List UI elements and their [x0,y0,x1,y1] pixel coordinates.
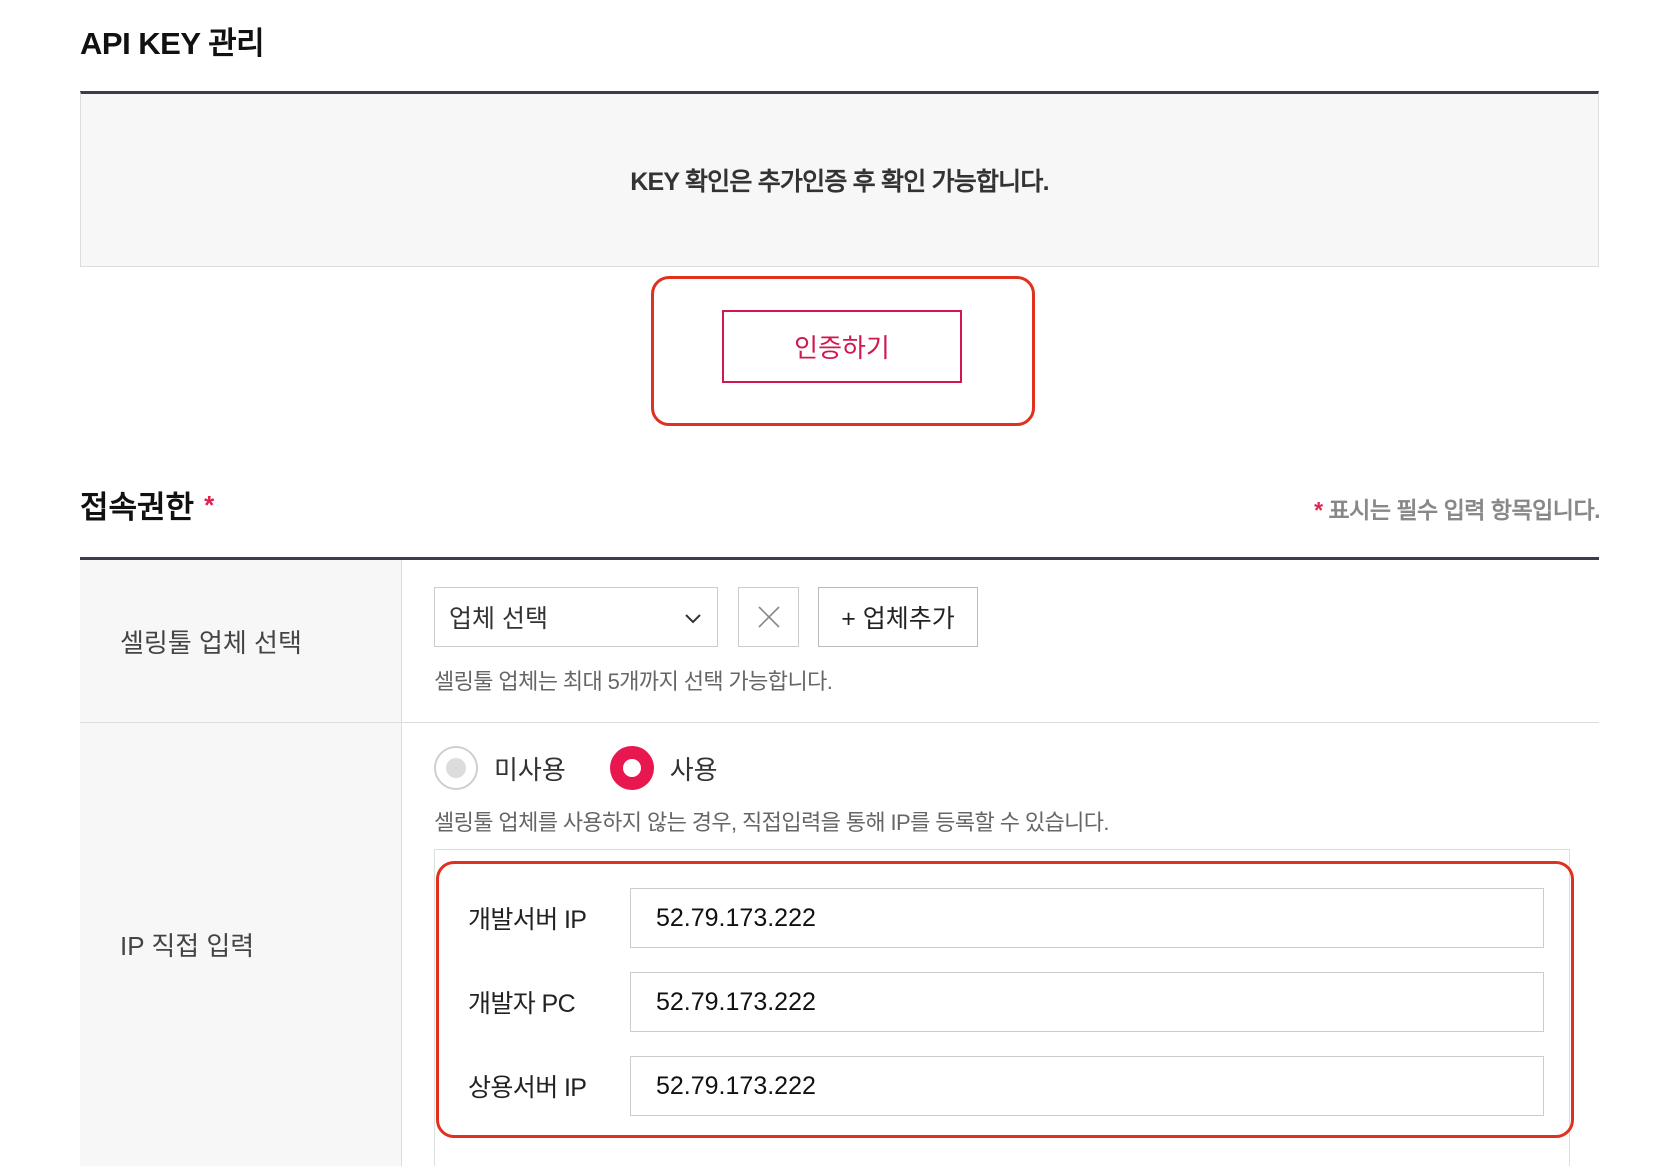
radio-used-circle[interactable] [609,746,654,790]
radio-unused-label: 미사용 [494,754,566,785]
ip-field-row: 상용서버 IP [435,1056,1571,1116]
ip-usage-radio-group: 미사용 사용 [434,745,762,791]
prod-server-ip-label: 상용서버 IP [468,1074,587,1102]
required-star: * [204,490,215,520]
ip-input-area: 개발서버 IP 개발자 PC 상용서버 IP [434,849,1570,1166]
radio-unused-circle[interactable] [434,746,478,790]
dev-server-ip-input[interactable] [630,888,1544,948]
key-notice-text: KEY 확인은 추가인증 후 확인 가능합니다. [630,168,1049,196]
section-title: 접속권한 * [80,482,214,527]
dev-pc-ip-input[interactable] [630,972,1544,1032]
ip-help-text: 셀링툴 업체를 사용하지 않는 경우, 직접입력을 통해 IP를 등록할 수 있… [434,810,1110,835]
radio-used-label: 사용 [669,754,718,785]
ip-field-row: 개발자 PC [435,972,1571,1032]
section-title-text: 접속권한 [80,490,195,525]
page-title: API KEY 관리 [80,26,265,61]
required-note-text: 표시는 필수 입력 항목입니다. [1328,497,1601,523]
chevron-down-icon [685,614,701,624]
auth-button[interactable]: 인증하기 [722,310,962,383]
ip-direct-row-label: IP 직접 입력 [80,723,402,1166]
clear-seller-button[interactable] [738,587,799,647]
key-notice-box: KEY 확인은 추가인증 후 확인 가능합니다. [80,91,1599,267]
required-note: * 표시는 필수 입력 항목입니다. [1314,491,1600,525]
dev-pc-ip-label: 개발자 PC [468,990,576,1018]
seller-row: 셀링툴 업체 선택 업체 선택 + 업체추가 셀링툴 업체는 최대 5개까지 선… [80,560,1599,723]
required-note-star: * [1314,497,1323,523]
radio-option-unused[interactable]: 미사용 [434,746,566,790]
access-form-table: 셀링툴 업체 선택 업체 선택 + 업체추가 셀링툴 업체는 최대 5개까지 선… [80,557,1599,1166]
radio-option-used[interactable]: 사용 [609,746,718,790]
seller-select[interactable]: 업체 선택 [434,587,718,647]
prod-server-ip-input[interactable] [630,1056,1544,1116]
seller-select-value: 업체 선택 [449,605,548,633]
ip-field-row: 개발서버 IP [435,888,1571,948]
ip-direct-row: IP 직접 입력 미사용 사용 셀링툴 업체를 사용하지 않는 경우, 직접입력… [80,723,1599,1166]
seller-help-text: 셀링툴 업체는 최대 5개까지 선택 가능합니다. [434,669,833,694]
add-seller-button[interactable]: + 업체추가 [818,587,978,647]
close-icon [757,606,780,628]
seller-row-label: 셀링툴 업체 선택 [80,560,402,722]
dev-server-ip-label: 개발서버 IP [468,906,587,934]
